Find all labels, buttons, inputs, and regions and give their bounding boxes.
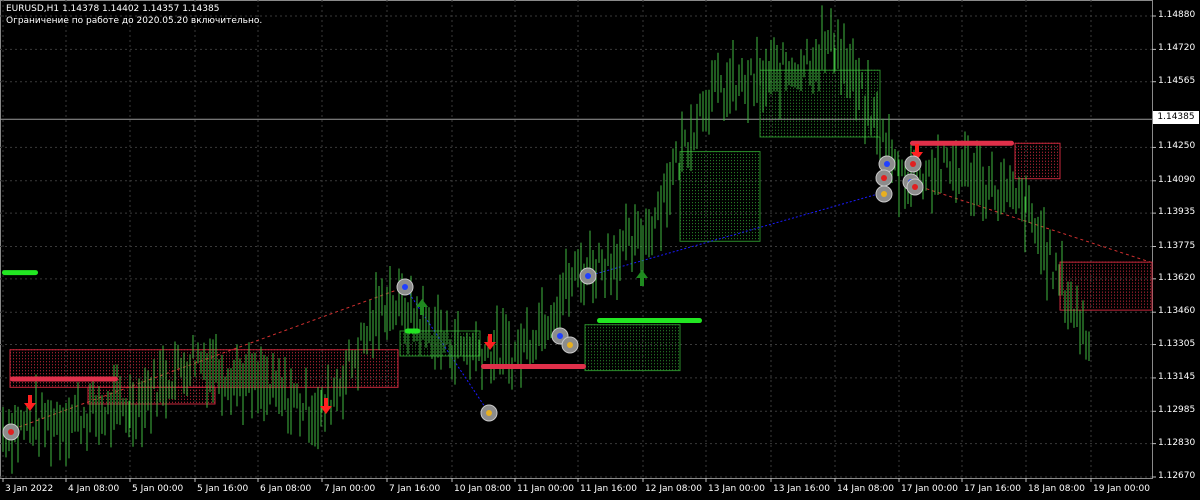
time-label: 11 Jan 00:00	[517, 484, 574, 494]
link-line-blue	[587, 191, 886, 277]
time-label: 18 Jan 08:00	[1028, 484, 1085, 494]
buy-signal-icon	[878, 155, 896, 173]
time-label: 5 Jan 16:00	[197, 484, 249, 494]
resistance-level	[910, 140, 1014, 146]
buy-signal-icon	[579, 267, 597, 285]
marker-dot	[912, 184, 918, 190]
time-label: 4 Jan 08:00	[68, 484, 120, 494]
time-label: 13 Jan 16:00	[773, 484, 830, 494]
sell-signal-icon	[2, 423, 20, 441]
time-label: 11 Jan 16:00	[580, 484, 637, 494]
price-label: 1.12670	[1158, 471, 1196, 481]
time-label: 17 Jan 00:00	[901, 484, 958, 494]
chart-window[interactable]: EURUSD,H1 1.14378 1.14402 1.14357 1.1438…	[0, 0, 1200, 500]
price-label: 1.13305	[1158, 338, 1196, 349]
cloud-border	[584, 324, 681, 372]
marker-dot	[881, 175, 887, 181]
bear-cloud-jan17	[1014, 142, 1061, 180]
price-label: 1.12985	[1158, 405, 1196, 416]
time-label: 7 Jan 00:00	[324, 484, 376, 494]
marker-dot	[557, 333, 563, 339]
time-label: 12 Jan 08:00	[645, 484, 702, 494]
time-label: 3 Jan 2022	[5, 484, 54, 494]
marker-dot	[567, 342, 573, 348]
time-label: 13 Jan 00:00	[708, 484, 765, 494]
time-label: 14 Jan 08:00	[837, 484, 894, 494]
sell-signal-icon	[875, 169, 893, 187]
price-label: 1.13775	[1158, 240, 1196, 251]
exit-signal-icon	[561, 336, 579, 354]
license-notice: Ограничение по работе до 2020.05.20 вклю…	[6, 16, 263, 26]
arrow-up-icon	[636, 270, 648, 286]
bear-cloud-jan18	[1059, 261, 1153, 311]
price-label: 1.14720	[1158, 43, 1196, 54]
resistance-level	[10, 376, 118, 382]
resistance-level	[481, 363, 586, 369]
arrow-down-shape	[24, 395, 36, 411]
marker-dot	[585, 273, 591, 279]
price-label: 1.13460	[1158, 306, 1196, 317]
marker-dot	[8, 429, 14, 435]
price-label: 1.14250	[1158, 141, 1196, 152]
plot-frame	[0, 0, 1153, 479]
support-level	[405, 328, 420, 334]
time-label: 7 Jan 16:00	[389, 484, 441, 494]
bull-cloud-jan12	[679, 151, 761, 242]
chart-canvas[interactable]	[0, 0, 1200, 500]
exit-signal-icon	[480, 404, 498, 422]
marker-dot	[910, 161, 916, 167]
time-label: 19 Jan 00:00	[1093, 484, 1150, 494]
price-label: 1.14880	[1158, 10, 1196, 20]
marker-dot	[884, 161, 890, 167]
bull-cloud-jan11	[584, 324, 681, 372]
current-price-label: 1.14385	[1153, 111, 1199, 124]
arrow-up-shape	[636, 270, 648, 286]
marker-dot	[881, 191, 887, 197]
marker-dot	[486, 410, 492, 416]
time-label: 5 Jan 00:00	[132, 484, 184, 494]
time-label: 6 Jan 08:00	[260, 484, 312, 494]
sell-signal-icon	[906, 178, 924, 196]
price-label: 1.13935	[1158, 207, 1196, 218]
time-label: 17 Jan 16:00	[964, 484, 1021, 494]
chart-title: EURUSD,H1 1.14378 1.14402 1.14357 1.1438…	[6, 4, 220, 14]
price-label: 1.14090	[1158, 174, 1196, 185]
sell-signal-icon	[904, 155, 922, 173]
price-label: 1.14565	[1158, 75, 1196, 86]
marker-dot	[402, 284, 408, 290]
time-label: 10 Jan 08:00	[454, 484, 511, 494]
bull-cloud-jan10	[399, 330, 481, 357]
support-level	[597, 318, 702, 324]
arrow-down-icon	[24, 395, 36, 411]
price-label: 1.13620	[1158, 272, 1196, 283]
price-label: 1.12830	[1158, 437, 1196, 448]
price-label: 1.13145	[1158, 371, 1196, 382]
candles-group	[2, 5, 1090, 474]
exit-signal-icon	[875, 185, 893, 203]
support-level	[2, 270, 38, 276]
buy-signal-icon	[396, 278, 414, 296]
